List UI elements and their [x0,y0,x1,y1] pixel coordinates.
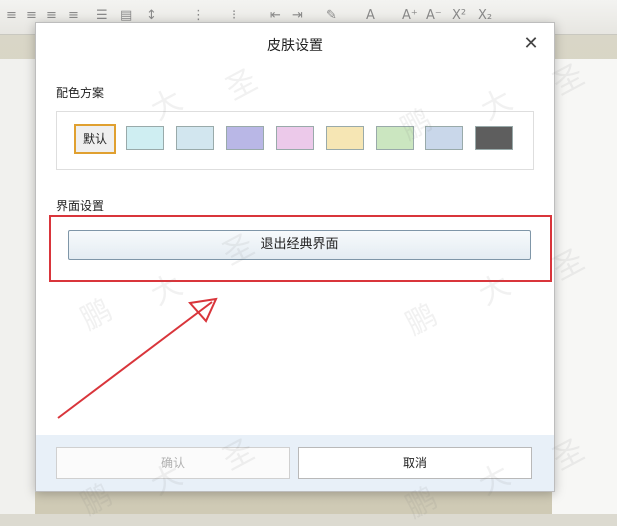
cancel-button[interactable]: 取消 [298,447,532,479]
swatch-steel-blue[interactable] [425,126,463,150]
exit-classic-ui-button[interactable]: 退出经典界面 [68,230,531,260]
swatch-light-blue[interactable] [176,126,214,150]
confirm-button[interactable]: 确认 [56,447,290,479]
swatch-light-green[interactable] [376,126,414,150]
color-scheme-box: 默认 [56,111,534,170]
align-left-icon[interactable]: ≡ [6,8,17,24]
ui-settings-label: 界面设置 [56,199,105,213]
swatch-pink[interactable] [276,126,314,150]
skin-settings-dialog: 皮肤设置 ✕ 配色方案 默认 界面设置 退出经典界面 确认 取消 [35,22,555,492]
swatch-lavender[interactable] [226,126,264,150]
swatch-default[interactable]: 默认 [74,124,116,154]
page-left-edge [0,59,35,514]
dialog-title: 皮肤设置 [267,38,323,54]
swatch-light-yellow[interactable] [326,126,364,150]
close-icon[interactable]: ✕ [520,33,542,55]
swatch-dark-gray[interactable] [475,126,513,150]
swatch-light-cyan[interactable] [126,126,164,150]
page-right-edge [552,59,617,514]
color-scheme-label: 配色方案 [56,86,105,100]
dialog-footer: 确认 取消 [36,435,554,491]
